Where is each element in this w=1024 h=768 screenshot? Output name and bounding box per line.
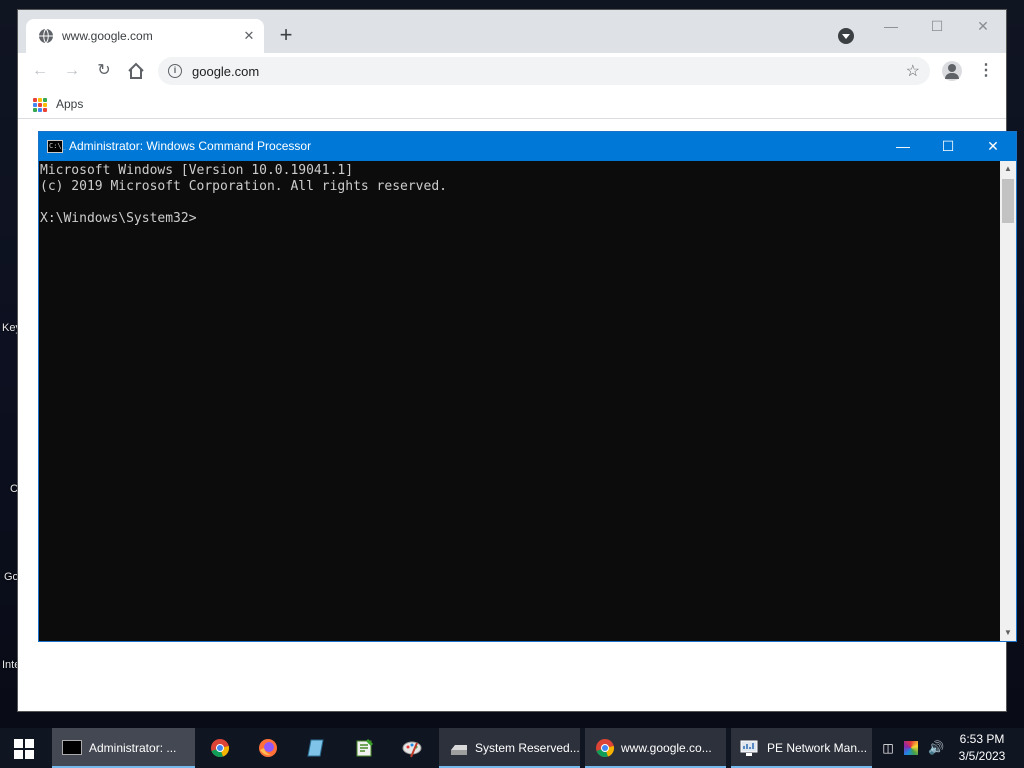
taskbar-item-paint[interactable] [392, 728, 434, 768]
back-arrow-icon[interactable]: ← [30, 61, 50, 81]
chrome-maximize-button[interactable]: ☐ [922, 16, 952, 36]
volume-icon[interactable]: 🔊 [928, 740, 944, 756]
address-url[interactable]: google.com [192, 64, 259, 79]
chrome-close-button[interactable]: ✕ [968, 16, 998, 36]
cmd-titlebar[interactable]: C:\_ Administrator: Windows Command Proc… [39, 132, 1016, 161]
chrome-icon [211, 739, 230, 758]
cmd-console[interactable]: Microsoft Windows [Version 10.0.19041.1]… [39, 161, 1000, 641]
forward-arrow-icon[interactable]: → [62, 61, 82, 81]
cmd-minimize-button[interactable]: — [880, 132, 926, 161]
apps-grid-icon[interactable] [33, 98, 47, 112]
taskbar-item-editor[interactable] [344, 728, 386, 768]
cmd-close-button[interactable]: ✕ [970, 132, 1016, 161]
chrome-tab[interactable]: www.google.com ✕ [26, 19, 264, 53]
taskbar-item-label: System Reserved... [475, 741, 580, 755]
profile-avatar-icon[interactable] [942, 61, 962, 81]
cmd-window: C:\_ Administrator: Windows Command Proc… [38, 131, 1017, 642]
windows-logo-pane [25, 750, 34, 759]
windows-logo-pane [25, 739, 34, 748]
console-line: Microsoft Windows [Version 10.0.19041.1] [40, 163, 354, 178]
chrome-minimize-button[interactable]: — [876, 16, 906, 36]
taskbar-item-system-reserved[interactable]: System Reserved... [439, 728, 580, 768]
tab-close-icon[interactable]: ✕ [240, 27, 258, 45]
chrome-tab-strip: www.google.com ✕ + — ☐ ✕ [18, 10, 1006, 53]
paint-icon [402, 741, 422, 758]
bookmark-star-icon[interactable]: ☆ [906, 61, 920, 81]
desktop-icon-label[interactable]: C [10, 483, 18, 495]
address-bar[interactable]: i google.com ☆ [158, 57, 930, 85]
bookmarks-bar: Apps [18, 89, 1006, 119]
network-manager-icon [740, 740, 758, 756]
site-info-icon[interactable]: i [168, 64, 182, 78]
taskbar-item-label: PE Network Man... [767, 741, 868, 755]
bookmark-apps[interactable]: Apps [56, 97, 83, 111]
cmd-title: Administrator: Windows Command Processor [69, 139, 312, 153]
cmd-maximize-button[interactable]: ☐ [925, 132, 971, 161]
chrome-menu-icon[interactable]: ⋮ [978, 61, 994, 81]
windows-logo-icon [14, 739, 23, 748]
scroll-up-icon[interactable]: ▲ [1003, 164, 1013, 174]
tab-search-icon[interactable] [838, 28, 854, 44]
console-prompt: X:\Windows\System32> [40, 211, 197, 226]
editor-icon [356, 738, 374, 757]
taskbar-item-notepad[interactable] [296, 728, 338, 768]
network-tray-icon[interactable]: ◫ [880, 740, 896, 756]
windows-logo-pane [14, 750, 23, 759]
clock-time: 6:53 PM [959, 732, 1005, 746]
console-line: (c) 2019 Microsoft Corporation. All righ… [40, 179, 447, 194]
clock-date: 3/5/2023 [958, 749, 1006, 763]
scroll-down-icon[interactable]: ▼ [1003, 628, 1013, 638]
start-button[interactable] [0, 728, 48, 768]
taskbar-item-label: www.google.co... [621, 741, 712, 755]
chrome-toolbar: ← → ↻ i google.com ☆ ⋮ [18, 53, 1006, 89]
drive-icon [451, 745, 467, 755]
cmd-window-icon: C:\_ [47, 140, 66, 153]
tab-title: www.google.com [62, 29, 153, 43]
reload-icon[interactable]: ↻ [94, 61, 114, 81]
taskbar-item-cmd[interactable]: Administrator: ... [52, 728, 195, 768]
notepad-icon [307, 739, 324, 757]
taskbar-item-label: Administrator: ... [89, 741, 177, 755]
chrome-icon [596, 739, 615, 758]
desktop-icon-label[interactable]: Go [4, 571, 19, 583]
taskbar-item-pe-network[interactable]: PE Network Man... [731, 728, 872, 768]
home-icon[interactable] [126, 61, 146, 81]
color-tray-icon[interactable] [904, 741, 918, 755]
cmd-scrollbar[interactable]: ▲ ▼ [1000, 161, 1016, 641]
scroll-thumb[interactable] [1002, 179, 1014, 223]
taskbar: Administrator: ... System Reserved... ww… [0, 728, 1024, 768]
new-tab-button[interactable]: + [276, 24, 296, 46]
taskbar-item-chrome[interactable] [200, 728, 242, 768]
firefox-icon [259, 739, 277, 757]
cmd-icon [62, 740, 82, 755]
taskbar-item-firefox[interactable] [248, 728, 290, 768]
taskbar-item-chrome-window[interactable]: www.google.co... [585, 728, 726, 768]
taskbar-clock[interactable]: 6:53 PM 3/5/2023 [952, 731, 1012, 765]
globe-icon [39, 28, 53, 44]
